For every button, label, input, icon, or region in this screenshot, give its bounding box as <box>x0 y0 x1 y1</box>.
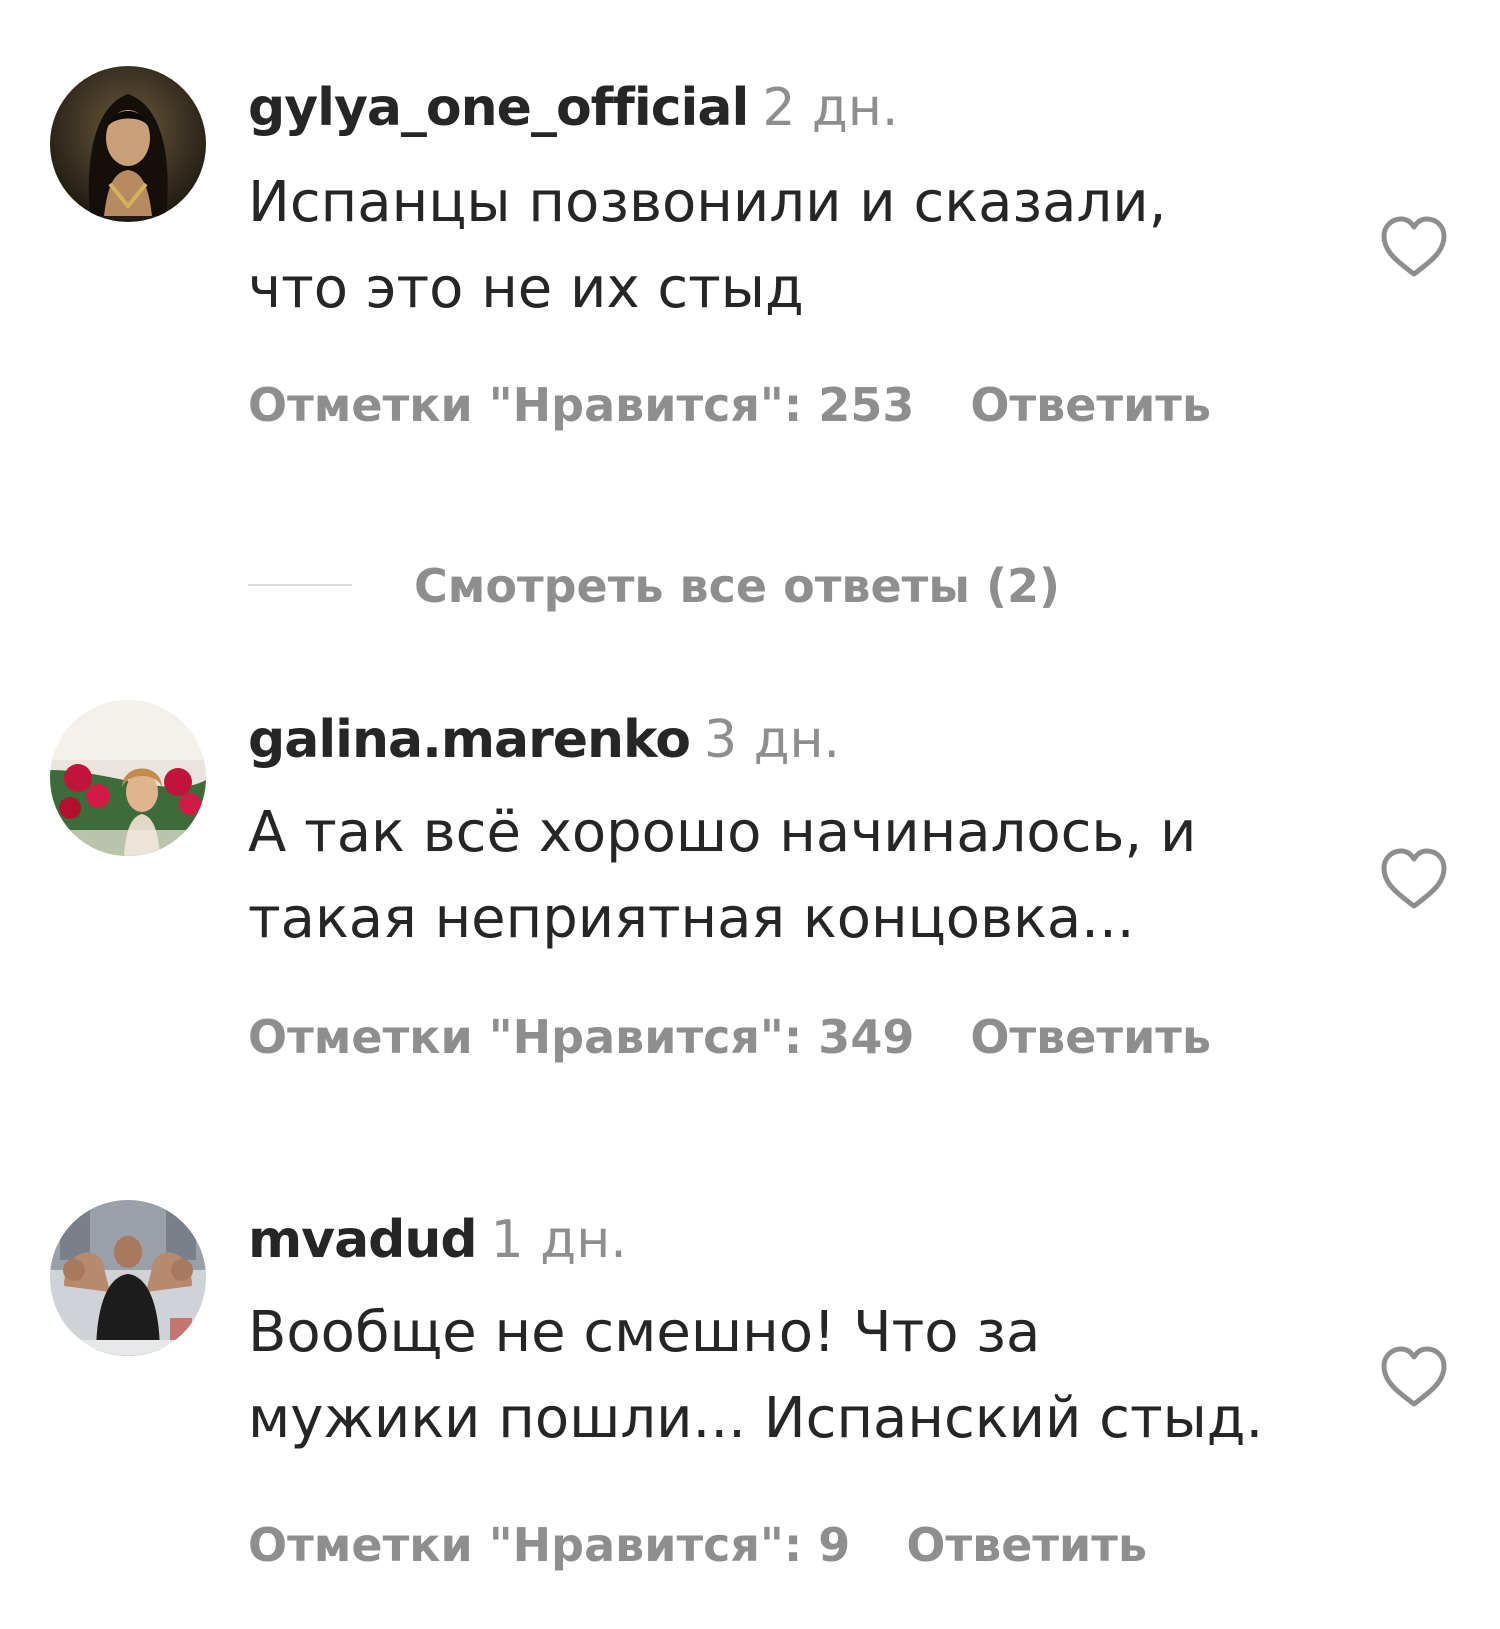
username-link[interactable]: mvadud <box>248 1210 478 1270</box>
comment-header: mvadud 1 дн. <box>248 1214 627 1266</box>
reply-button[interactable]: Ответить <box>906 1518 1147 1572</box>
view-replies-label: Смотреть все ответы (2) <box>414 559 1060 613</box>
likes-count-link[interactable]: Отметки "Нравится": 349 <box>248 1010 914 1064</box>
heart-outline-icon <box>1381 216 1447 277</box>
heart-outline-icon <box>1381 848 1447 909</box>
like-button[interactable] <box>1378 846 1450 912</box>
avatar-woman-with-roses-icon <box>50 700 206 856</box>
timestamp-link[interactable]: 1 дн. <box>491 1210 627 1270</box>
comment-header: gylya_one_official 2 дн. <box>248 82 898 134</box>
comment-text: А так всё хорошо начиналось, и такая неп… <box>248 800 1197 951</box>
likes-count-link[interactable]: Отметки "Нравится": 253 <box>248 378 914 432</box>
avatar[interactable] <box>50 1200 206 1356</box>
comment-text: Вообще не смешно! Что за мужики пошли...… <box>248 1300 1264 1451</box>
heart-outline-icon <box>1381 1346 1447 1407</box>
username-link[interactable]: gylya_one_official <box>248 78 749 138</box>
avatar[interactable] <box>50 700 206 856</box>
username-link[interactable]: galina.marenko <box>248 710 691 770</box>
like-button[interactable] <box>1378 1344 1450 1410</box>
comment-meta: Отметки "Нравится": 349 Ответить <box>248 1014 1211 1060</box>
timestamp-link[interactable]: 2 дн. <box>762 78 898 138</box>
reply-button[interactable]: Ответить <box>970 378 1211 432</box>
replies-divider <box>248 584 352 586</box>
avatar-man-flexing-icon <box>50 1200 206 1356</box>
avatar[interactable] <box>50 66 206 222</box>
likes-count-link[interactable]: Отметки "Нравится": 9 <box>248 1518 850 1572</box>
comment-meta: Отметки "Нравится": 9 Ответить <box>248 1522 1147 1568</box>
comment-meta: Отметки "Нравится": 253 Ответить <box>248 382 1211 428</box>
comment-text: Испанцы позвонили и сказали, что это не … <box>248 170 1167 321</box>
avatar-woman-dark-hair-icon <box>50 66 206 222</box>
comment-header: galina.marenko 3 дн. <box>248 714 840 766</box>
timestamp-link[interactable]: 3 дн. <box>704 710 840 770</box>
reply-button[interactable]: Ответить <box>970 1010 1211 1064</box>
comments-list: gylya_one_official 2 дн. Испанцы позвонил… <box>0 0 1500 1629</box>
like-button[interactable] <box>1378 214 1450 280</box>
